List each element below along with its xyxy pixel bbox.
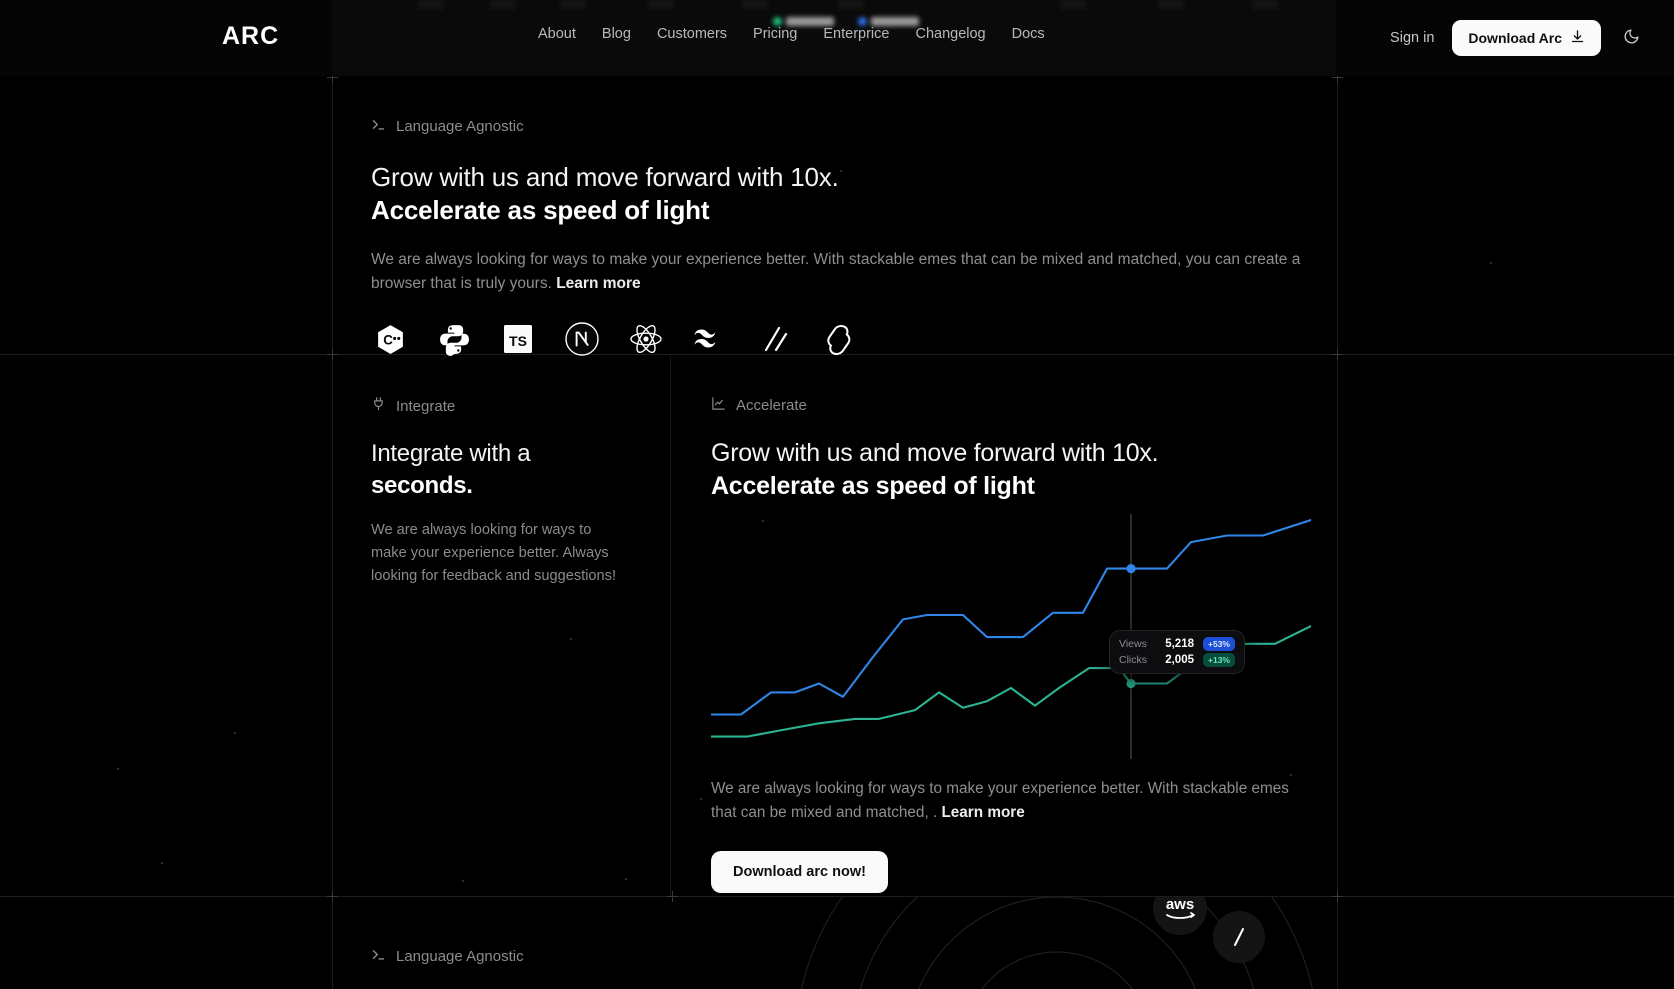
nav-ghost-chip — [838, 0, 864, 9]
accelerate-learn-more-link[interactable]: Learn more — [941, 804, 1024, 821]
speck — [1490, 262, 1492, 264]
chart-series-views — [711, 518, 1311, 716]
tooltip-clicks-value: 2,005 — [1165, 654, 1194, 666]
bottom-eyebrow: Language Agnostic — [371, 947, 524, 966]
hero-headline-bold: Accelerate as speed of light — [371, 194, 710, 225]
integrate-headline-light: Integrate with a — [371, 440, 531, 467]
frame-line-right — [1337, 76, 1338, 989]
nav-link-enterprice[interactable]: Enterprice — [823, 26, 889, 42]
nav-ghost-chip — [560, 0, 586, 9]
accelerate-eyebrow: Accelerate — [711, 396, 1337, 415]
accelerate-paragraph: We are always looking for ways to make y… — [711, 777, 1296, 825]
integrate-eyebrow-label: Integrate — [396, 397, 456, 415]
speck — [117, 768, 119, 770]
section-bottom-language-agnostic: aws Language Agnostic — [333, 897, 1337, 989]
status-dot-blue — [858, 16, 867, 26]
speck — [234, 732, 236, 734]
nav-link-blog[interactable]: Blog — [602, 26, 631, 42]
hero-paragraph: We are always looking for ways to make y… — [371, 248, 1306, 296]
integrate-paragraph: We are always looking for ways to make y… — [371, 522, 617, 585]
slash-icon[interactable] — [755, 320, 793, 358]
hero-learn-more-link[interactable]: Learn more — [556, 275, 640, 292]
sign-in-link[interactable]: Sign in — [1390, 30, 1434, 46]
accelerate-column: Accelerate Grow with us and move forward… — [671, 356, 1337, 896]
typescript-icon[interactable]: TS — [499, 320, 537, 358]
react-icon[interactable] — [627, 320, 665, 358]
svg-text:TS: TS — [509, 333, 527, 349]
line-chart-icon — [711, 396, 726, 415]
analytics-line-chart: Views 5,218 +53% Clicks 2,005 +13% — [711, 514, 1311, 759]
nav-ghost-chip — [490, 0, 516, 9]
nav-ghost-chip — [742, 0, 768, 9]
terminal-prompt-icon — [371, 117, 386, 136]
download-icon — [1570, 29, 1585, 47]
nav-ghost-chip — [1158, 0, 1184, 9]
svg-text:aws: aws — [1166, 897, 1194, 913]
tooltip-row-views: Views 5,218 +53% — [1119, 637, 1235, 651]
tooltip-views-label: Views — [1119, 638, 1147, 650]
speck — [161, 862, 163, 864]
tooltip-clicks-label: Clicks — [1119, 654, 1147, 666]
section-language-agnostic: Language Agnostic Grow with us and move … — [333, 77, 1337, 356]
tooltip-row-clicks: Clicks 2,005 +13% — [1119, 653, 1235, 667]
hero-eyebrow-label: Language Agnostic — [396, 118, 524, 135]
download-arc-label: Download Arc — [1468, 30, 1562, 46]
nav-link-pricing[interactable]: Pricing — [753, 26, 797, 42]
accelerate-headline-light: Grow with us and move forward with 10x. — [711, 439, 1159, 467]
terminal-prompt-icon — [371, 947, 386, 966]
section-integrate-accelerate: Integrate Integrate with a seconds. We a… — [333, 356, 1337, 896]
chart-marker-views — [1126, 564, 1136, 574]
nav-ghost-chip — [648, 0, 674, 9]
tooltip-clicks-delta: +13% — [1203, 653, 1235, 667]
slash-icon[interactable] — [1213, 911, 1265, 963]
download-arc-now-button[interactable]: Download arc now! — [711, 850, 888, 893]
cplusplus-icon[interactable]: C — [371, 320, 409, 358]
svg-text:C: C — [383, 332, 393, 347]
hero-eyebrow: Language Agnostic — [371, 117, 1337, 136]
download-arc-button[interactable]: Download Arc — [1452, 20, 1601, 56]
nav-actions: Sign in Download Arc — [1390, 20, 1644, 56]
python-icon[interactable] — [435, 320, 473, 358]
accelerate-eyebrow-label: Accelerate — [736, 397, 807, 414]
top-navigation-bar: ARC About Blog Customers Pricing Enterpr… — [0, 0, 1674, 76]
badge-text-blur — [786, 16, 834, 26]
integrate-headline-bold: seconds. — [371, 471, 473, 499]
hero-paragraph-text: We are always looking for ways to make y… — [371, 251, 1301, 293]
integrate-column: Integrate Integrate with a seconds. We a… — [333, 356, 671, 896]
brand-logo[interactable]: ARC — [222, 22, 279, 51]
nav-link-about[interactable]: About — [538, 26, 576, 42]
accelerate-headline-bold: Accelerate as speed of light — [711, 471, 1035, 500]
badge-text-blur — [871, 16, 919, 26]
plug-icon — [371, 396, 386, 416]
tailwind-icon[interactable] — [691, 320, 729, 358]
tech-logo-row: C TS — [371, 320, 1337, 358]
integrate-eyebrow: Integrate — [371, 396, 631, 416]
tooltip-views-value: 5,218 — [1165, 638, 1194, 650]
nextjs-icon[interactable] — [563, 320, 601, 358]
nav-ghost-chip — [1252, 0, 1278, 9]
nav-links: About Blog Customers Pricing Enterprice … — [538, 26, 1045, 42]
moon-icon — [1623, 28, 1640, 48]
nav-link-customers[interactable]: Customers — [657, 26, 727, 42]
svelte-icon[interactable] — [819, 320, 857, 358]
bottom-eyebrow-label: Language Agnostic — [396, 948, 524, 965]
chart-marker-clicks — [1126, 678, 1136, 689]
tooltip-views-delta: +53% — [1203, 637, 1235, 651]
nav-ghost-chip — [418, 0, 444, 9]
nav-ghost-chip — [1060, 0, 1086, 9]
hero-headline-light: Grow with us and move forward with 10x. — [371, 162, 839, 192]
theme-toggle-button[interactable] — [1619, 24, 1644, 52]
status-dot-green — [773, 16, 782, 26]
chart-tooltip: Views 5,218 +53% Clicks 2,005 +13% — [1109, 630, 1245, 674]
nav-link-docs[interactable]: Docs — [1012, 26, 1045, 42]
nav-link-changelog[interactable]: Changelog — [915, 26, 985, 42]
